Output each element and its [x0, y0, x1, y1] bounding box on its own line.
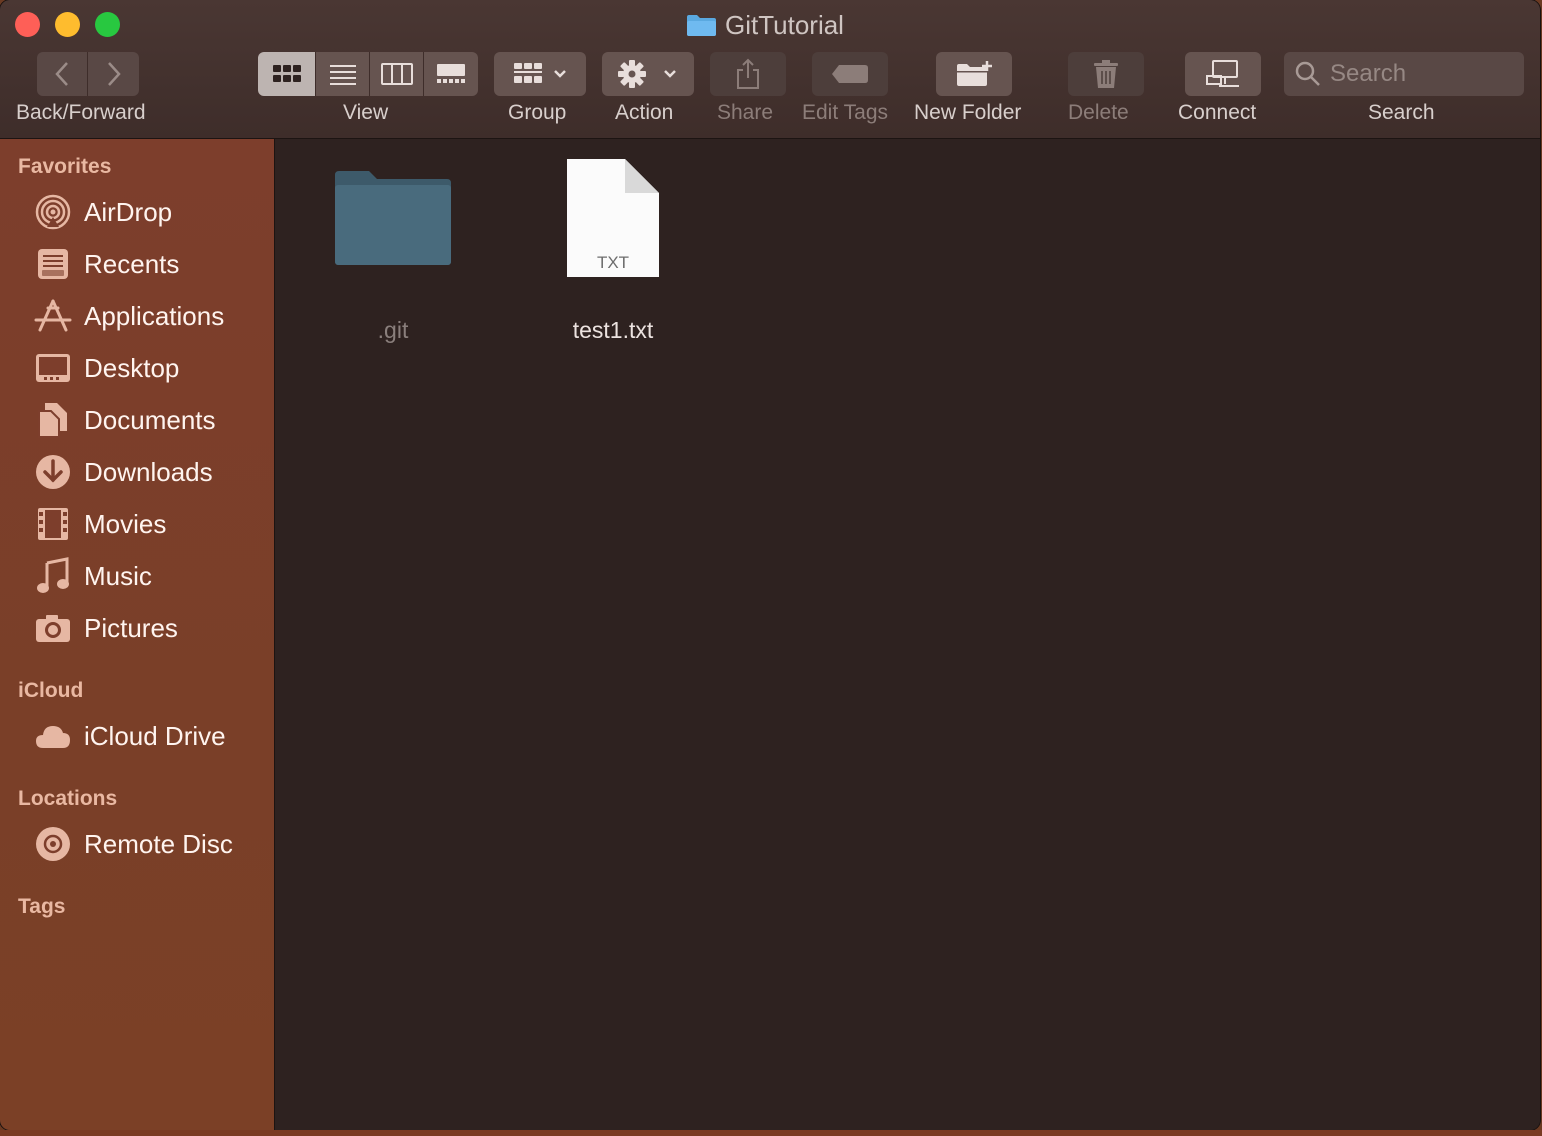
file-name: test1.txt	[572, 317, 654, 343]
gear-icon	[618, 60, 676, 88]
group-button[interactable]	[494, 52, 586, 96]
gallery-icon	[437, 64, 465, 83]
sidebar-section-tags: Tags	[18, 895, 66, 918]
sidebar-section-favorites: Favorites	[18, 155, 112, 178]
view-switcher	[258, 52, 478, 96]
search-icon	[1295, 61, 1320, 86]
connect-button[interactable]	[1185, 52, 1261, 96]
forward-button[interactable]	[88, 52, 139, 96]
sidebar-item-remote-disc[interactable]: Remote Disc	[34, 822, 270, 866]
sidebar-item-documents[interactable]: Documents	[34, 398, 270, 442]
desktop-background	[0, 1130, 1542, 1136]
tag-icon	[832, 65, 868, 83]
sidebar-item-label: Downloads	[84, 456, 213, 487]
back-button[interactable]	[37, 52, 88, 96]
sidebar-item-music[interactable]: Music	[34, 554, 270, 598]
sidebar-item-icloud-drive[interactable]: iCloud Drive	[34, 714, 270, 758]
desktop-icon	[34, 349, 72, 387]
minimize-button[interactable]	[55, 12, 80, 37]
new-folder-icon	[957, 61, 992, 86]
sidebar-item-label: AirDrop	[84, 196, 173, 227]
chevron-down-icon	[554, 70, 566, 78]
sidebar-item-label: Applications	[84, 300, 225, 331]
columns-icon	[380, 63, 413, 85]
sidebar-item-label: Movies	[84, 508, 167, 539]
folder-icon	[335, 171, 451, 265]
sidebar-item-label: Remote Disc	[84, 828, 233, 859]
downloads-icon	[34, 453, 72, 491]
chevron-left-icon	[55, 62, 68, 86]
movies-icon	[34, 505, 72, 543]
sidebar-item-label: Documents	[84, 404, 216, 435]
connect-server-icon	[1206, 60, 1239, 87]
airdrop-icon	[34, 193, 72, 231]
zoom-button[interactable]	[95, 12, 120, 37]
documents-icon	[34, 401, 72, 439]
file-name: .git	[377, 317, 409, 343]
sidebar-section-icloud: iCloud	[18, 679, 84, 702]
back-forward-label: Back/Forward	[16, 101, 146, 124]
sidebar-item-pictures[interactable]: Pictures	[34, 606, 270, 650]
close-button[interactable]	[15, 12, 40, 37]
list-icon	[329, 65, 356, 85]
applications-icon	[34, 297, 72, 335]
group-label: Group	[508, 101, 567, 124]
music-icon	[34, 557, 72, 595]
delete-label: Delete	[1068, 101, 1129, 124]
edit-tags-label: Edit Tags	[802, 101, 888, 124]
icon-grid-icon	[272, 65, 301, 82]
file-browser: .git TXT test1.txt	[275, 139, 1540, 1130]
share-icon	[737, 58, 759, 89]
trash-icon	[1094, 60, 1118, 88]
finder-window: GitTutorial Back/Forward View Group Acti…	[0, 0, 1540, 1130]
new-folder-button[interactable]	[936, 52, 1012, 96]
back-forward-control	[37, 52, 139, 96]
sidebar-item-recents[interactable]: Recents	[34, 242, 270, 286]
action-label: Action	[615, 101, 674, 124]
sidebar-item-applications[interactable]: Applications	[34, 294, 270, 338]
sidebar-section-locations: Locations	[18, 787, 118, 810]
sidebar-item-desktop[interactable]: Desktop	[34, 346, 270, 390]
search-placeholder: Search	[1330, 60, 1407, 87]
share-label: Share	[717, 101, 774, 124]
view-gallery-button[interactable]	[424, 52, 478, 96]
sidebar-item-downloads[interactable]: Downloads	[34, 450, 270, 494]
share-button[interactable]	[710, 52, 786, 96]
view-icon-button[interactable]	[258, 52, 316, 96]
search-field[interactable]: Search	[1284, 52, 1524, 96]
sidebar-item-airdrop[interactable]: AirDrop	[34, 190, 270, 234]
pictures-icon	[34, 609, 72, 647]
toolbar: GitTutorial Back/Forward View Group Acti…	[0, 0, 1540, 139]
group-grid-icon	[514, 63, 566, 83]
new-folder-label: New Folder	[914, 101, 1022, 124]
sidebar-item-label: Music	[84, 560, 152, 591]
sidebar-item-movies[interactable]: Movies	[34, 502, 270, 546]
window-title: GitTutorial	[686, 8, 844, 42]
action-button[interactable]	[602, 52, 694, 96]
window-title-text: GitTutorial	[725, 9, 844, 40]
connect-label: Connect	[1178, 101, 1257, 124]
view-label: View	[343, 101, 389, 124]
disc-icon	[34, 825, 72, 863]
sidebar-item-label: Desktop	[84, 352, 180, 383]
sidebar-item-label: Pictures	[84, 612, 178, 643]
sidebar-item-label: Recents	[84, 248, 180, 279]
sidebar-item-label: iCloud Drive	[84, 720, 226, 751]
sidebar: Favorites AirDrop Recents Applications D…	[0, 139, 275, 1130]
file-type-badge: TXT	[596, 253, 630, 272]
search-label: Search	[1368, 101, 1435, 124]
folder-icon	[686, 13, 717, 37]
cloud-icon	[34, 717, 72, 755]
view-columns-button[interactable]	[370, 52, 424, 96]
delete-button[interactable]	[1068, 52, 1144, 96]
view-list-button[interactable]	[316, 52, 370, 96]
chevron-right-icon	[107, 62, 121, 86]
edit-tags-button[interactable]	[812, 52, 888, 96]
recents-icon	[34, 245, 72, 283]
